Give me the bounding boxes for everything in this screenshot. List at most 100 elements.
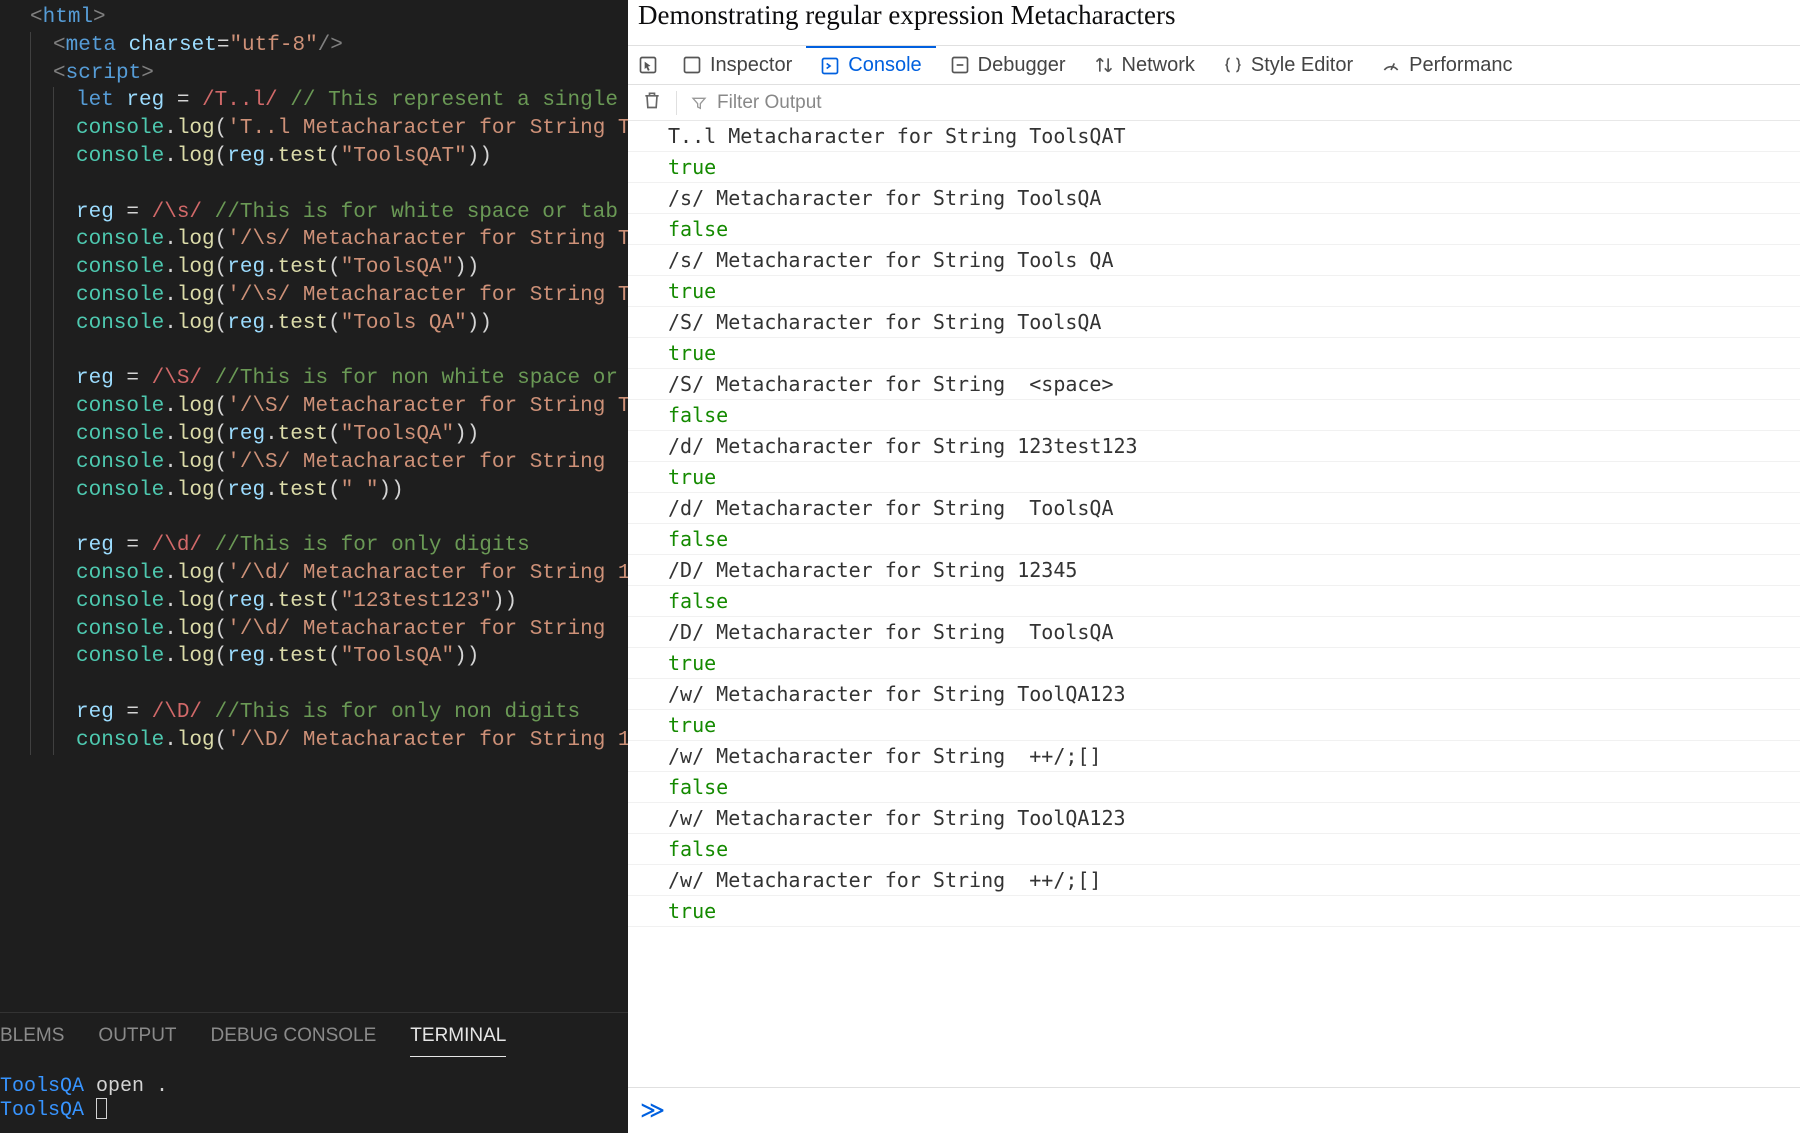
console-bool: true <box>628 648 1800 679</box>
console-message: /D/ Metacharacter for String 12345 <box>628 555 1800 586</box>
code-token: . <box>164 618 177 641</box>
tab-problems[interactable]: BLEMS <box>0 1025 64 1057</box>
tab-performance[interactable]: Performanc <box>1367 46 1526 84</box>
terminal-body[interactable]: ToolsQA open . ToolsQA <box>0 1069 628 1123</box>
indent-guide <box>53 226 54 254</box>
code-token: ( <box>328 590 341 613</box>
code-line: console.log(reg.test("ToolsQAT")) <box>30 143 628 171</box>
code-token: '/\d/ Metacharacter for String Tools <box>227 618 628 641</box>
code-line: <html> <box>30 4 628 32</box>
code-token: log <box>177 395 215 418</box>
code-token: console <box>76 312 164 335</box>
console-bool: false <box>628 586 1800 617</box>
code-line <box>30 171 628 199</box>
code-token: reg <box>227 479 265 502</box>
code-token: /T..l/ <box>202 89 278 112</box>
tab-terminal[interactable]: TERMINAL <box>410 1025 506 1057</box>
code-token: meta <box>66 34 129 57</box>
code-token: reg <box>227 145 265 168</box>
code-token: log <box>177 562 215 585</box>
indent-guide <box>53 338 54 366</box>
indent-guide <box>30 560 31 588</box>
code-token: ( <box>215 117 228 140</box>
indent-guide <box>30 699 31 727</box>
console-bool: true <box>628 896 1800 927</box>
code-token: "123test123" <box>341 590 492 613</box>
code-token: ( <box>215 256 228 279</box>
code-token: log <box>177 645 215 668</box>
indent-guide <box>53 199 54 227</box>
tab-style-editor-label: Style Editor <box>1251 54 1353 77</box>
code-token: ( <box>215 590 228 613</box>
indent-guide <box>53 616 54 644</box>
code-token: . <box>164 562 177 585</box>
code-token: ( <box>215 645 228 668</box>
code-token: > <box>93 6 106 29</box>
indent-guide <box>53 699 54 727</box>
tab-debugger[interactable]: Debugger <box>936 46 1080 84</box>
code-token: console <box>76 256 164 279</box>
code-line: console.log('/\D/ Metacharacter for Stri… <box>30 727 628 755</box>
clear-console-button[interactable] <box>628 90 676 116</box>
code-token: ( <box>215 562 228 585</box>
console-output[interactable]: T..l Metacharacter for String ToolsQATtr… <box>628 121 1800 1087</box>
code-token: . <box>164 451 177 474</box>
console-bool: true <box>628 462 1800 493</box>
console-message: /w/ Metacharacter for String ToolQA123 <box>628 679 1800 710</box>
code-token: console <box>76 423 164 446</box>
tab-network[interactable]: Network <box>1080 46 1209 84</box>
indent-guide <box>30 504 31 532</box>
code-line: console.log(reg.test("123test123")) <box>30 588 628 616</box>
tab-console[interactable]: Console <box>806 46 935 84</box>
code-token: . <box>265 145 278 168</box>
code-token: ( <box>328 423 341 446</box>
code-token: ( <box>215 451 228 474</box>
tab-style-editor[interactable]: Style Editor <box>1209 46 1367 84</box>
code-token: "ToolsQAT" <box>341 145 467 168</box>
tab-inspector-label: Inspector <box>710 54 792 77</box>
code-line <box>30 671 628 699</box>
code-token: ( <box>215 729 228 752</box>
indent-guide <box>30 87 31 115</box>
code-token: . <box>164 145 177 168</box>
tab-debug-console[interactable]: DEBUG CONSOLE <box>211 1025 377 1057</box>
code-editor[interactable]: <html><meta charset="utf-8"/><script>let… <box>0 0 628 1012</box>
indent-guide <box>30 421 31 449</box>
code-editor-pane: <html><meta charset="utf-8"/><script>let… <box>0 0 628 1133</box>
indent-guide <box>30 616 31 644</box>
code-line <box>30 338 628 366</box>
code-token: reg <box>126 89 164 112</box>
code-token: test <box>278 312 328 335</box>
code-token: reg <box>76 367 114 390</box>
code-token: console <box>76 479 164 502</box>
indent-guide <box>30 282 31 310</box>
console-bool: true <box>628 338 1800 369</box>
code-token: '/\S/ Metacharacter for String <spac <box>227 451 628 474</box>
code-token: . <box>164 729 177 752</box>
code-token: )) <box>492 590 517 613</box>
code-token: )) <box>467 312 492 335</box>
code-line: console.log('/\d/ Metacharacter for Stri… <box>30 616 628 644</box>
pick-element-button[interactable] <box>628 46 668 84</box>
code-token: 'T..l Metacharacter for String ToolsQ <box>227 117 628 140</box>
filter-placeholder: Filter Output <box>717 92 822 114</box>
code-token: test <box>278 256 328 279</box>
indent-guide <box>53 532 54 560</box>
code-token: . <box>164 645 177 668</box>
console-input-prompt[interactable]: ≫ <box>628 1087 1800 1133</box>
tab-inspector[interactable]: Inspector <box>668 46 806 84</box>
tab-network-label: Network <box>1122 54 1195 77</box>
code-token: < <box>30 6 43 29</box>
code-token: . <box>164 256 177 279</box>
code-token: ( <box>328 479 341 502</box>
tab-output[interactable]: OUTPUT <box>98 1025 176 1057</box>
style-editor-icon <box>1223 55 1243 75</box>
code-token: reg <box>76 201 114 224</box>
indent-guide <box>30 588 31 616</box>
code-token: )) <box>379 479 404 502</box>
filter-output-input[interactable]: Filter Output <box>677 92 836 114</box>
code-line: reg = /\D/ //This is for only non digits <box>30 699 628 727</box>
console-bool: true <box>628 152 1800 183</box>
code-token: . <box>265 590 278 613</box>
code-token: console <box>76 562 164 585</box>
